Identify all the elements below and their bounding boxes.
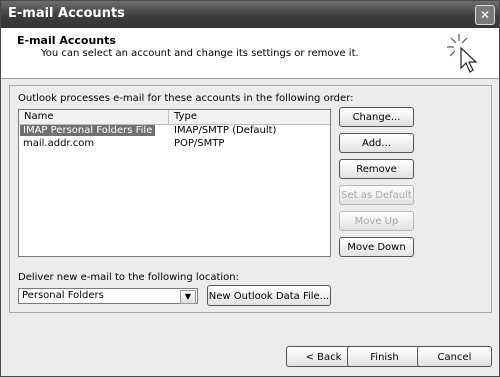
deliver-location-value: Personal Folders [22, 290, 104, 301]
set-as-default-button[interactable]: Set as Default [339, 185, 414, 205]
title-bar[interactable]: E-mail Accounts ✕ [1, 1, 499, 28]
change-button[interactable]: Change... [339, 107, 414, 127]
column-header-type[interactable]: Type [174, 111, 197, 122]
accounts-list[interactable]: Name Type IMAP Personal Folders File IMA… [18, 109, 331, 257]
page-title: E-mail Accounts [17, 34, 116, 47]
move-up-button[interactable]: Move Up [339, 211, 414, 231]
account-type: POP/SMTP [174, 138, 225, 149]
list-item[interactable]: IMAP Personal Folders File IMAP/SMTP (De… [19, 125, 330, 138]
list-header: Name Type [19, 110, 330, 125]
account-type: IMAP/SMTP (Default) [174, 125, 277, 136]
finish-button[interactable]: Finish [347, 346, 422, 367]
deliver-location-select[interactable]: Personal Folders ▼ [18, 288, 198, 304]
list-item[interactable]: mail.addr.com POP/SMTP [19, 138, 330, 151]
column-header-name[interactable]: Name [24, 111, 54, 122]
page-subtitle: You can select an account and change its… [41, 48, 359, 59]
column-divider[interactable] [168, 110, 169, 124]
window-title: E-mail Accounts [8, 6, 125, 21]
close-button[interactable]: ✕ [475, 5, 495, 25]
header-panel: E-mail Accounts You can select an accoun… [1, 28, 499, 79]
move-down-button[interactable]: Move Down [339, 237, 414, 257]
add-button[interactable]: Add... [339, 133, 414, 153]
accounts-group: Outlook processes e-mail for these accou… [9, 85, 492, 313]
cancel-button[interactable]: Cancel [417, 346, 492, 367]
new-data-file-button[interactable]: New Outlook Data File... [207, 285, 331, 306]
remove-button[interactable]: Remove [339, 159, 414, 179]
wizard-sparkle-icon [447, 34, 478, 73]
account-name: mail.addr.com [23, 138, 95, 149]
account-name: IMAP Personal Folders File [20, 125, 156, 136]
deliver-label: Deliver new e-mail to the following loca… [18, 272, 239, 283]
chevron-down-icon[interactable]: ▼ [180, 290, 196, 304]
accounts-instruction: Outlook processes e-mail for these accou… [18, 93, 354, 104]
email-accounts-dialog: E-mail Accounts ✕ E-mail Accounts You ca… [0, 0, 500, 377]
